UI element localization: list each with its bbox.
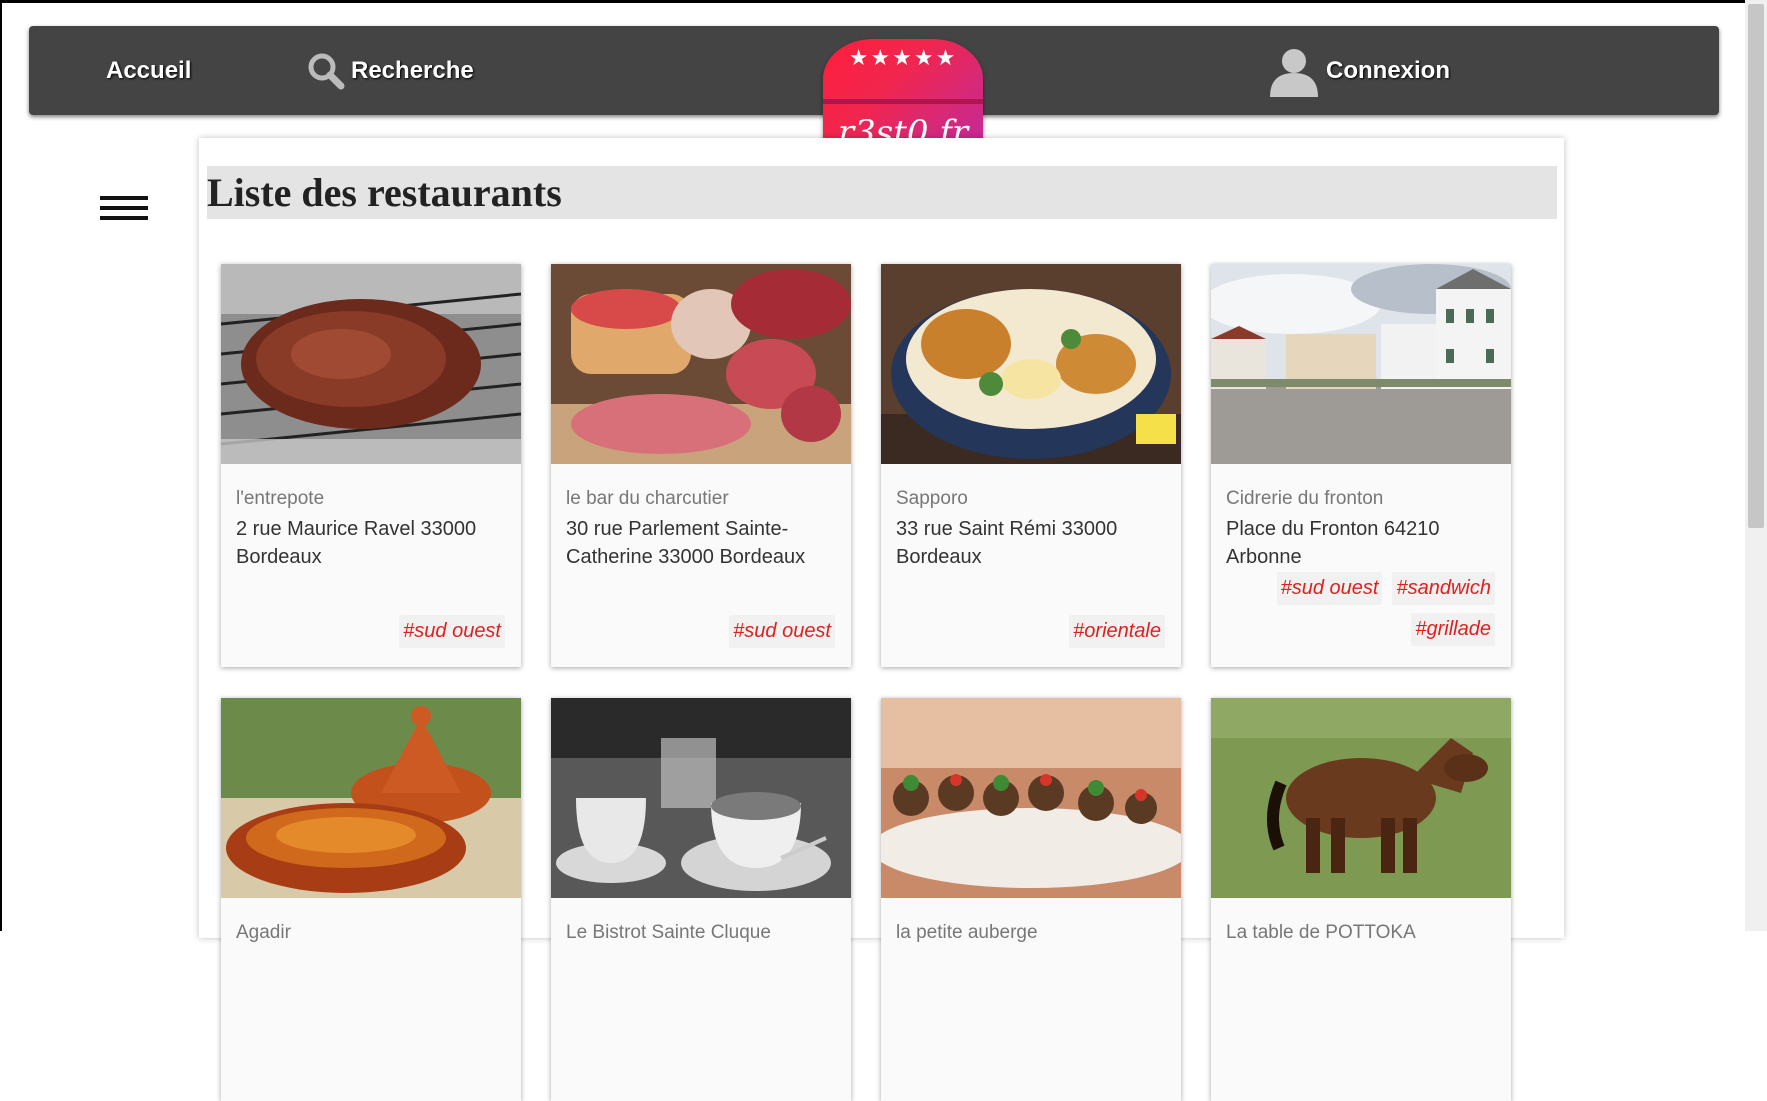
vertical-scrollbar[interactable] xyxy=(1745,0,1767,931)
restaurant-name: le bar du charcutier xyxy=(566,488,729,509)
restaurant-card[interactable]: la petite auberge xyxy=(881,698,1181,1101)
restaurant-photo-tapas xyxy=(881,698,1181,898)
restaurant-name: Cidrerie du fronton xyxy=(1226,488,1384,509)
window-top-border xyxy=(0,0,1767,3)
restaurant-card[interactable]: Cidrerie du fronton Place du Fronton 642… xyxy=(1211,264,1511,667)
nav-login-label: Connexion xyxy=(1326,56,1450,84)
title-bar: Liste des restaurants xyxy=(207,166,1557,219)
restaurant-address: Place du Fronton 64210 Arbonne xyxy=(1226,518,1440,568)
restaurant-photo-tajine xyxy=(221,698,521,898)
top-navbar: Accueil Recherche ★★★★★ r3st0.fr Connexi… xyxy=(29,26,1719,159)
window-left-border xyxy=(0,0,2,931)
restaurant-photo-charcuterie xyxy=(551,264,851,464)
restaurant-card[interactable]: Le Bistrot Sainte Cluque xyxy=(551,698,851,1101)
logo-band xyxy=(823,99,983,104)
nav-home-link[interactable]: Accueil xyxy=(106,26,191,115)
restaurant-address: 2 rue Maurice Ravel 33000 Bordeaux xyxy=(236,518,477,568)
search-icon xyxy=(308,53,345,89)
tag-link[interactable]: #sud ouest xyxy=(1276,572,1383,605)
tag-link[interactable]: #grillade xyxy=(1411,613,1495,646)
tag-link[interactable]: #sandwich xyxy=(1392,572,1495,605)
user-icon xyxy=(1270,48,1318,97)
main-content-panel: Liste des restaurants l'entrepote 2 rue … xyxy=(199,138,1564,1101)
restaurant-card[interactable]: Sapporo 33 rue Saint Rémi 33000 Bordeaux… xyxy=(881,264,1181,667)
restaurant-card[interactable]: La table de POTTOKA xyxy=(1211,698,1511,1101)
tag-list: #sud ouest #sandwich #grillade xyxy=(1235,572,1495,646)
restaurant-address: 33 rue Saint Rémi 33000 Bordeaux xyxy=(896,518,1118,568)
tag-link[interactable]: #orientale xyxy=(1069,615,1165,648)
restaurant-card[interactable]: le bar du charcutier 30 rue Parlement Sa… xyxy=(551,264,851,667)
logo-stars: ★★★★★ xyxy=(848,45,958,70)
restaurant-name: Agadir xyxy=(236,922,291,943)
restaurant-photo-rice-bowl xyxy=(881,264,1181,464)
restaurant-photo-grilled-steak xyxy=(221,264,521,464)
restaurant-card[interactable]: l'entrepote 2 rue Maurice Ravel 33000 Bo… xyxy=(221,264,521,667)
restaurant-photo-village-fronton xyxy=(1211,264,1511,464)
restaurant-name: la petite auberge xyxy=(896,922,1038,943)
tag-list: #orientale xyxy=(1069,615,1165,648)
hamburger-menu-icon[interactable] xyxy=(100,196,148,222)
restaurant-name: Le Bistrot Sainte Cluque xyxy=(566,922,771,943)
nav-search-label: Recherche xyxy=(351,56,474,84)
restaurant-name: Sapporo xyxy=(896,488,968,509)
restaurant-address: 30 rue Parlement Sainte-Catherine 33000 … xyxy=(566,518,806,568)
restaurant-photo-coffee-cups xyxy=(551,698,851,898)
nav-home-label: Accueil xyxy=(106,56,192,84)
nav-search-link[interactable]: Recherche xyxy=(307,26,474,115)
restaurant-name: l'entrepote xyxy=(236,488,325,509)
tag-link[interactable]: #sud ouest xyxy=(399,615,505,648)
restaurant-photo-pony xyxy=(1211,698,1511,898)
scrollbar-thumb[interactable] xyxy=(1748,4,1764,528)
tag-link[interactable]: #sud ouest xyxy=(729,615,835,648)
tag-list: #sud ouest xyxy=(729,615,835,648)
restaurant-name: La table de POTTOKA xyxy=(1226,922,1416,943)
tag-list: #sud ouest xyxy=(399,615,505,648)
page-title: Liste des restaurants xyxy=(207,170,562,215)
nav-login-link[interactable]: Connexion xyxy=(1268,26,1450,115)
restaurant-card[interactable]: Agadir xyxy=(221,698,521,1101)
